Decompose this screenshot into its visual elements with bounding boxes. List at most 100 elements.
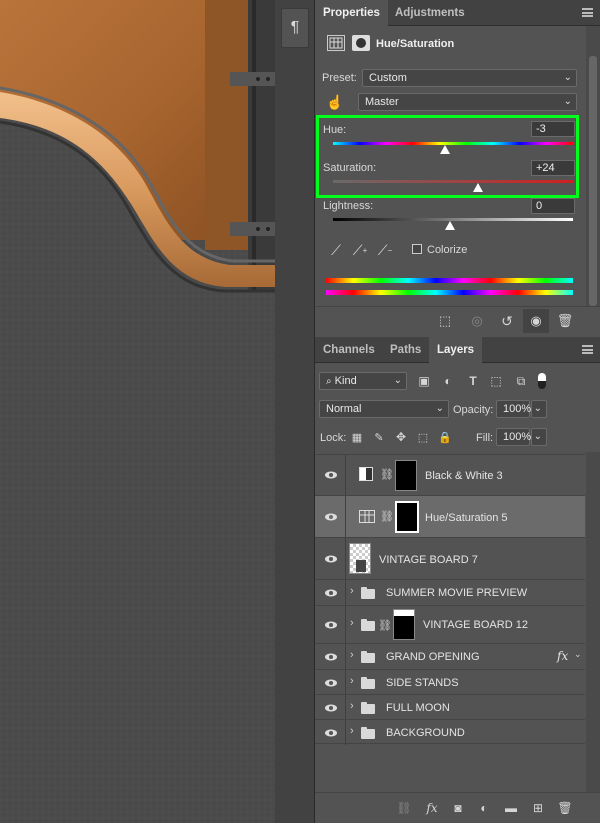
- chevron-right-icon[interactable]: ›: [350, 700, 354, 712]
- layer-mask-thumbnail[interactable]: [393, 609, 415, 640]
- link-chain-icon[interactable]: ⛓: [380, 509, 394, 523]
- layer-group-row[interactable]: › SIDE STANDS: [315, 669, 585, 695]
- saturation-slider-thumb[interactable]: [473, 183, 483, 192]
- eye-icon[interactable]: [323, 675, 339, 691]
- eyedropper-minus-icon[interactable]: ⟋ −: [377, 241, 393, 259]
- filter-type-icon[interactable]: T: [465, 373, 481, 389]
- properties-scrollbar[interactable]: [586, 26, 600, 306]
- link-layers-icon[interactable]: ⛓: [395, 799, 413, 817]
- layer-name: Black & White 3: [425, 470, 503, 482]
- opacity-dropdown-button[interactable]: ⌄: [531, 400, 547, 418]
- layers-menu-icon[interactable]: [582, 345, 593, 354]
- eye-icon[interactable]: [323, 617, 339, 633]
- filter-smart-object-icon[interactable]: ⧉: [513, 373, 529, 389]
- eye-icon[interactable]: [323, 725, 339, 741]
- eye-icon[interactable]: [323, 509, 339, 525]
- lock-artboard-icon[interactable]: ⬚: [416, 430, 430, 444]
- paragraph-icon: ¶: [290, 19, 300, 36]
- saturation-slider-track[interactable]: [333, 180, 573, 183]
- fill-dropdown-button[interactable]: ⌄: [531, 428, 547, 446]
- eyedropper-icon[interactable]: ⟋: [328, 241, 344, 259]
- lock-position-icon[interactable]: ✥: [394, 430, 408, 444]
- new-group-icon[interactable]: ▬: [502, 799, 520, 817]
- eye-icon[interactable]: [323, 649, 339, 665]
- visibility-eye-icon[interactable]: ◉: [523, 309, 549, 333]
- colorize-label: Colorize: [427, 244, 468, 256]
- chevron-down-icon[interactable]: ⌄: [574, 649, 582, 660]
- filter-toggle-switch[interactable]: [538, 373, 546, 389]
- trash-icon[interactable]: 🗑: [555, 312, 575, 330]
- layer-group-row[interactable]: › GRAND OPENING fx ⌄: [315, 643, 585, 670]
- preset-dropdown[interactable]: Custom ⌄: [362, 69, 577, 87]
- saturation-value-field[interactable]: +24: [531, 160, 575, 176]
- eye-icon[interactable]: [323, 467, 339, 483]
- hue-value-field[interactable]: -3: [531, 121, 575, 137]
- lightness-label: Lightness:: [323, 200, 374, 212]
- targeted-adjustment-hand-icon[interactable]: ☝: [326, 93, 344, 111]
- smart-object-thumbnail[interactable]: [349, 543, 371, 574]
- reset-icon[interactable]: ↺: [497, 312, 517, 330]
- opacity-label: Opacity:: [453, 404, 494, 416]
- layer-mask-thumbnail[interactable]: [395, 460, 417, 491]
- tab-adjustments[interactable]: Adjustments: [387, 0, 473, 26]
- tab-channels[interactable]: Channels: [315, 337, 383, 363]
- tab-paths[interactable]: Paths: [382, 337, 429, 363]
- clip-to-layer-icon[interactable]: ⬚: [435, 312, 455, 330]
- layer-group-row[interactable]: › SUMMER MOVIE PREVIEW: [315, 579, 585, 606]
- layer-row[interactable]: VINTAGE BOARD 7: [315, 537, 585, 580]
- chevron-right-icon[interactable]: ›: [350, 585, 354, 597]
- eyedropper-plus-icon[interactable]: ⟋ +: [352, 241, 368, 259]
- chevron-down-icon: ⌄: [563, 96, 572, 107]
- layer-row-selected[interactable]: ⛓ Hue/Saturation 5: [315, 495, 585, 538]
- layer-group-row[interactable]: › ⛓ VINTAGE BOARD 12: [315, 605, 585, 644]
- tab-layers[interactable]: Layers: [429, 337, 483, 363]
- lock-image-brush-icon[interactable]: ✎: [372, 430, 386, 444]
- eye-icon[interactable]: [323, 585, 339, 601]
- delete-layer-icon[interactable]: 🗑: [556, 799, 574, 817]
- document-canvas[interactable]: [0, 0, 275, 823]
- properties-scroll-thumb[interactable]: [589, 56, 597, 306]
- folder-icon: [361, 619, 375, 631]
- lock-all-icon[interactable]: 🔒: [438, 430, 452, 444]
- eye-icon[interactable]: [323, 551, 339, 567]
- hue-slider-thumb[interactable]: [440, 145, 450, 154]
- add-mask-icon[interactable]: ◙: [449, 799, 467, 817]
- layer-mask-thumbnail[interactable]: [395, 501, 419, 533]
- blend-mode-dropdown[interactable]: Normal ⌄: [319, 400, 449, 418]
- fill-field[interactable]: 100%: [496, 428, 531, 446]
- opacity-field[interactable]: 100%: [496, 400, 531, 418]
- filter-adjustment-icon[interactable]: ◐: [440, 373, 456, 389]
- filter-shape-icon[interactable]: ⬚: [488, 373, 504, 389]
- folder-icon: [361, 677, 375, 689]
- filter-kind-dropdown[interactable]: ⌕ Kind ⌄: [319, 372, 407, 390]
- layers-scrollbar[interactable]: [586, 452, 600, 792]
- mask-icon[interactable]: [352, 35, 370, 51]
- chevron-right-icon[interactable]: ›: [350, 649, 354, 661]
- new-layer-icon[interactable]: ⊞: [529, 799, 547, 817]
- chevron-right-icon[interactable]: ›: [350, 617, 354, 629]
- layer-effects-icon[interactable]: fx: [557, 649, 568, 663]
- chevron-right-icon[interactable]: ›: [350, 675, 354, 687]
- lightness-value-field[interactable]: 0: [531, 198, 575, 214]
- link-chain-icon[interactable]: ⛓: [380, 467, 394, 481]
- layer-group-row[interactable]: › BACKGROUND: [315, 719, 585, 745]
- lock-transparent-icon[interactable]: ▦: [350, 430, 364, 444]
- channel-dropdown[interactable]: Master ⌄: [358, 93, 577, 111]
- tab-properties[interactable]: Properties: [315, 0, 388, 26]
- eye-icon[interactable]: [323, 700, 339, 716]
- hue-slider-track[interactable]: [333, 142, 573, 145]
- filter-pixel-icon[interactable]: ▣: [416, 373, 432, 389]
- lightness-slider-thumb[interactable]: [445, 221, 455, 230]
- layer-row[interactable]: ⛓ Black & White 3: [315, 454, 585, 496]
- layer-group-row[interactable]: › FULL MOON: [315, 694, 585, 720]
- paragraph-panel-button[interactable]: ¶: [281, 8, 309, 48]
- view-previous-state-icon[interactable]: ◎: [467, 312, 487, 330]
- link-chain-icon[interactable]: ⛓: [378, 618, 392, 632]
- chevron-right-icon[interactable]: ›: [350, 725, 354, 737]
- preset-label: Preset:: [322, 72, 357, 84]
- hue-saturation-adjustment-icon: [359, 510, 375, 523]
- colorize-checkbox[interactable]: [412, 244, 422, 254]
- properties-menu-icon[interactable]: [582, 8, 593, 17]
- add-style-icon[interactable]: fx: [423, 799, 441, 817]
- new-adjustment-icon[interactable]: ◐: [475, 799, 493, 817]
